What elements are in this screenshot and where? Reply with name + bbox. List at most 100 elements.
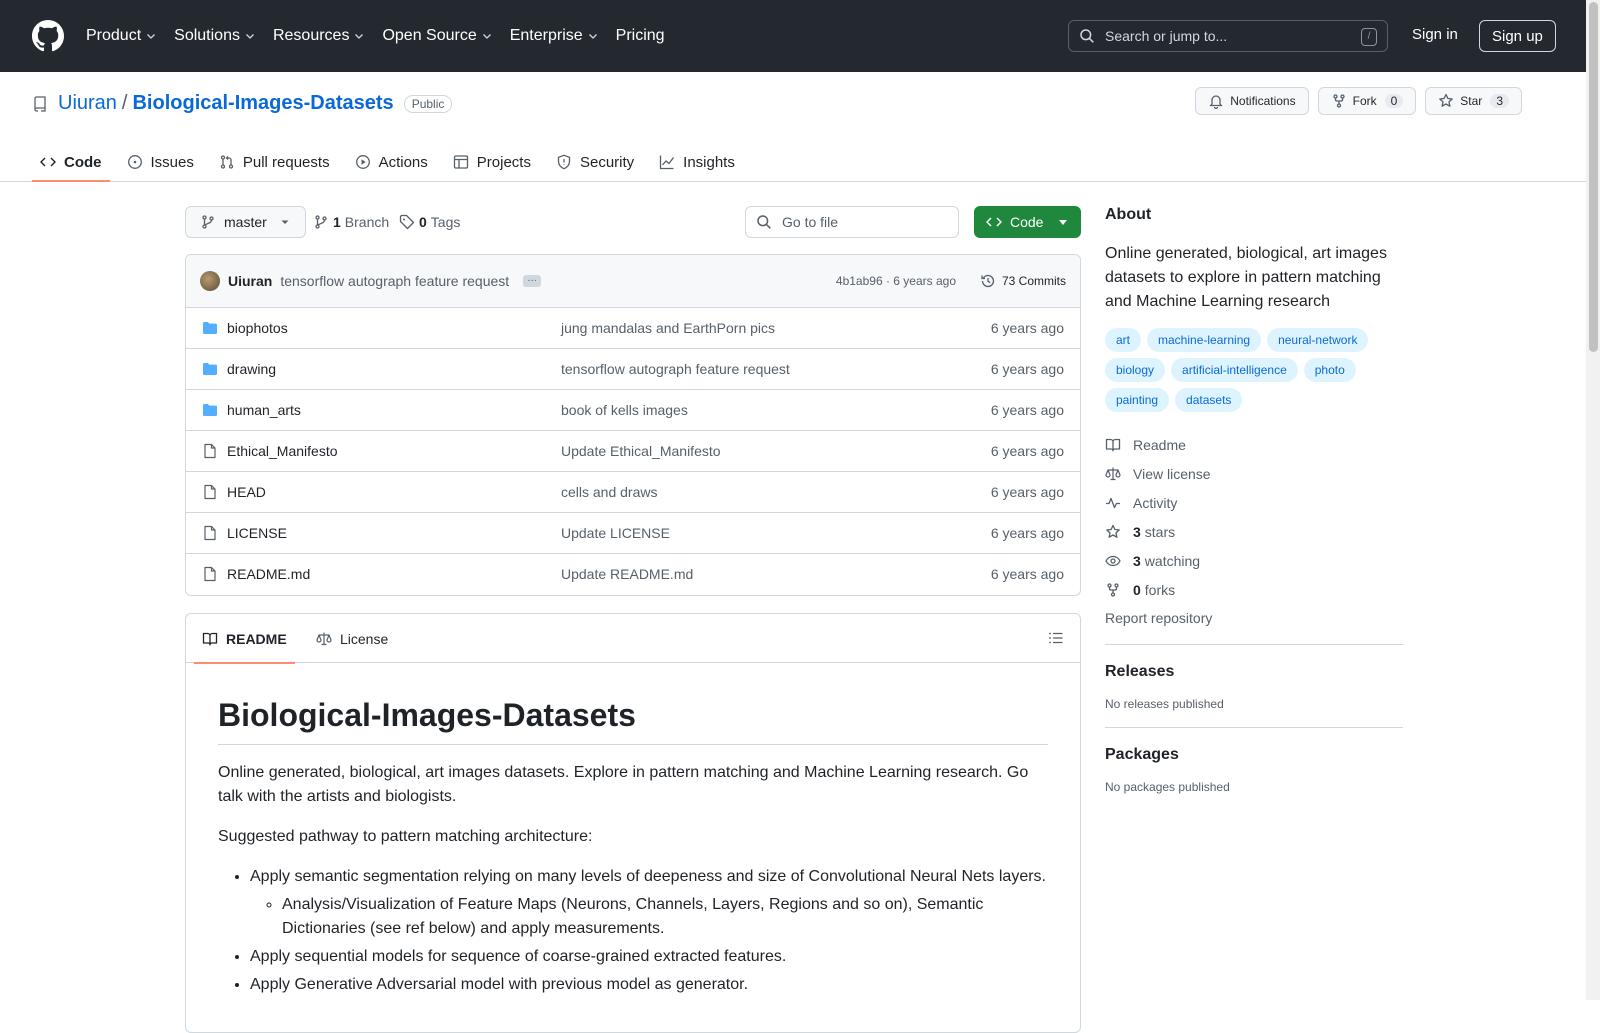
- fork-icon: [1107, 582, 1119, 597]
- commit-expand-button[interactable]: …: [523, 274, 542, 287]
- readme-title: Biological-Images-Datasets: [218, 663, 1048, 745]
- code-dropdown-button[interactable]: Code: [974, 206, 1081, 238]
- file-commit-message[interactable]: Update LICENSE: [561, 525, 670, 541]
- avatar[interactable]: [200, 271, 220, 291]
- tab-code-label: Code: [64, 153, 102, 171]
- list-item: Apply sequential models for sequence of …: [250, 945, 1048, 969]
- nav-pricing[interactable]: Pricing: [616, 27, 665, 45]
- file-name-link[interactable]: README.md: [227, 566, 310, 582]
- topic-tag[interactable]: artificial-intelligence: [1171, 358, 1298, 382]
- history-icon: [981, 274, 995, 288]
- tab-insights[interactable]: Insights: [651, 142, 743, 182]
- about-heading: About: [1105, 206, 1152, 223]
- tab-projects[interactable]: Projects: [445, 142, 539, 182]
- tab-issues-label: Issues: [150, 153, 194, 171]
- releases-heading[interactable]: Releases: [1105, 663, 1403, 681]
- list-icon: [1049, 632, 1063, 644]
- tab-issues[interactable]: Issues: [119, 142, 202, 182]
- chevron-down-icon: [147, 34, 156, 39]
- stars-link[interactable]: 3 stars: [1105, 517, 1403, 546]
- commit-author[interactable]: Uiuran: [228, 273, 272, 289]
- repo-actions: Notifications Fork 0 Star 3: [1186, 87, 1522, 115]
- outline-button[interactable]: [1048, 630, 1064, 646]
- report-repository-link[interactable]: Report repository: [1105, 610, 1403, 626]
- tags-link[interactable]: 0 Tags: [399, 214, 460, 230]
- table-row[interactable]: biophotos jung mandalas and EarthPorn pic…: [186, 308, 1080, 349]
- nav-product[interactable]: Product: [86, 27, 157, 45]
- tab-code[interactable]: Code: [32, 142, 110, 182]
- nav-enterprise[interactable]: Enterprise: [510, 27, 599, 45]
- sign-in-link[interactable]: Sign in: [1412, 26, 1458, 43]
- table-row[interactable]: HEAD cells and draws 6 years ago: [186, 472, 1080, 513]
- file-commit-message[interactable]: Update README.md: [561, 566, 693, 582]
- packages-heading[interactable]: Packages: [1105, 746, 1403, 764]
- file-commit-message[interactable]: jung mandalas and EarthPorn pics: [561, 320, 775, 336]
- notifications-button[interactable]: Notifications: [1195, 87, 1309, 115]
- forks-link[interactable]: 0 forks: [1105, 575, 1403, 604]
- file-name-link[interactable]: drawing: [227, 361, 276, 377]
- search-icon: [1080, 29, 1094, 43]
- shield-icon: [557, 154, 571, 170]
- table-row[interactable]: LICENSE Update LICENSE 6 years ago: [186, 513, 1080, 554]
- table-row[interactable]: drawing tensorflow autograph feature requ…: [186, 349, 1080, 390]
- fork-button[interactable]: Fork 0: [1317, 87, 1417, 115]
- branch-count: 1: [333, 214, 341, 230]
- github-logo-icon[interactable]: [32, 20, 64, 52]
- commit-message[interactable]: tensorflow autograph feature request: [280, 273, 509, 289]
- topic-tag[interactable]: art: [1105, 328, 1142, 352]
- table-row[interactable]: Ethical_Manifesto Update Ethical_Manifest…: [186, 431, 1080, 472]
- file-name-link[interactable]: LICENSE: [227, 525, 287, 541]
- topic-tag[interactable]: machine-learning: [1147, 328, 1262, 352]
- search-input[interactable]: Search or jump to... /: [1068, 20, 1388, 52]
- nav-resources[interactable]: Resources: [273, 27, 365, 45]
- branch-selector[interactable]: master: [185, 206, 306, 238]
- activity-link[interactable]: Activity: [1105, 488, 1403, 517]
- watching-link[interactable]: 3 watching: [1105, 546, 1403, 575]
- file-commit-date: 6 years ago: [990, 320, 1064, 336]
- topic-tag[interactable]: neural-network: [1267, 328, 1369, 352]
- readme-link[interactable]: Readme: [1105, 430, 1403, 459]
- file-commit-message[interactable]: Update Ethical_Manifesto: [561, 443, 721, 459]
- commit-sha-time[interactable]: 4b1ab96 · 6 years ago: [836, 274, 956, 288]
- tab-security[interactable]: Security: [548, 142, 642, 182]
- commits-link[interactable]: 73 Commits: [980, 273, 1066, 289]
- file-name-link[interactable]: human_arts: [227, 402, 301, 418]
- topic-tag[interactable]: biology: [1105, 358, 1166, 382]
- repo-separator: /: [121, 92, 128, 114]
- table-row[interactable]: human_arts book of kells images 6 years ag…: [186, 390, 1080, 431]
- star-button[interactable]: Star 3: [1425, 87, 1522, 115]
- sign-up-button[interactable]: Sign up: [1479, 20, 1556, 52]
- scrollbar-thumb[interactable]: [1589, 2, 1598, 352]
- nav-enterprise-label: Enterprise: [509, 27, 583, 44]
- file-name-link[interactable]: biophotos: [227, 320, 288, 336]
- star-label: Star: [1460, 94, 1483, 108]
- eye-icon: [1105, 555, 1121, 566]
- file-commit-message[interactable]: tensorflow autograph feature request: [561, 361, 790, 377]
- tab-actions[interactable]: Actions: [347, 142, 436, 182]
- tab-readme[interactable]: README: [194, 614, 295, 664]
- topic-tag[interactable]: datasets: [1175, 388, 1243, 412]
- file-name-link[interactable]: HEAD: [227, 484, 266, 500]
- branch-icon: [202, 215, 214, 229]
- file-commit-message[interactable]: cells and draws: [561, 484, 658, 500]
- tab-pull-requests[interactable]: Pull requests: [211, 142, 338, 182]
- table-row[interactable]: README.md Update README.md 6 years ago: [186, 554, 1080, 595]
- file-name-link[interactable]: Ethical_Manifesto: [227, 443, 338, 459]
- topic-tag[interactable]: photo: [1303, 358, 1356, 382]
- nav-solutions[interactable]: Solutions: [174, 27, 256, 45]
- repo-name-link[interactable]: Biological-Images-Datasets: [132, 92, 393, 115]
- nav-open-source[interactable]: Open Source: [382, 27, 492, 45]
- file-icon: [202, 525, 218, 541]
- topic-list: art machine-learning neural-network biology…: [1105, 328, 1403, 418]
- latest-commit-bar: Uiuran tensorflow autograph feature requ…: [186, 255, 1080, 308]
- tab-insights-label: Insights: [683, 153, 735, 171]
- tab-license[interactable]: License: [308, 614, 396, 663]
- releases-empty-text: No releases published: [1105, 697, 1224, 711]
- go-to-file-input[interactable]: Go to file: [745, 206, 959, 238]
- file-commit-message[interactable]: book of kells images: [561, 402, 688, 418]
- topic-tag[interactable]: painting: [1105, 388, 1170, 412]
- repo-owner-link[interactable]: Uiuran: [58, 92, 117, 115]
- branches-link[interactable]: 1 Branch: [313, 214, 389, 230]
- list-item: Apply semantic segmentation relying on m…: [250, 865, 1048, 941]
- license-link[interactable]: View license: [1105, 459, 1403, 488]
